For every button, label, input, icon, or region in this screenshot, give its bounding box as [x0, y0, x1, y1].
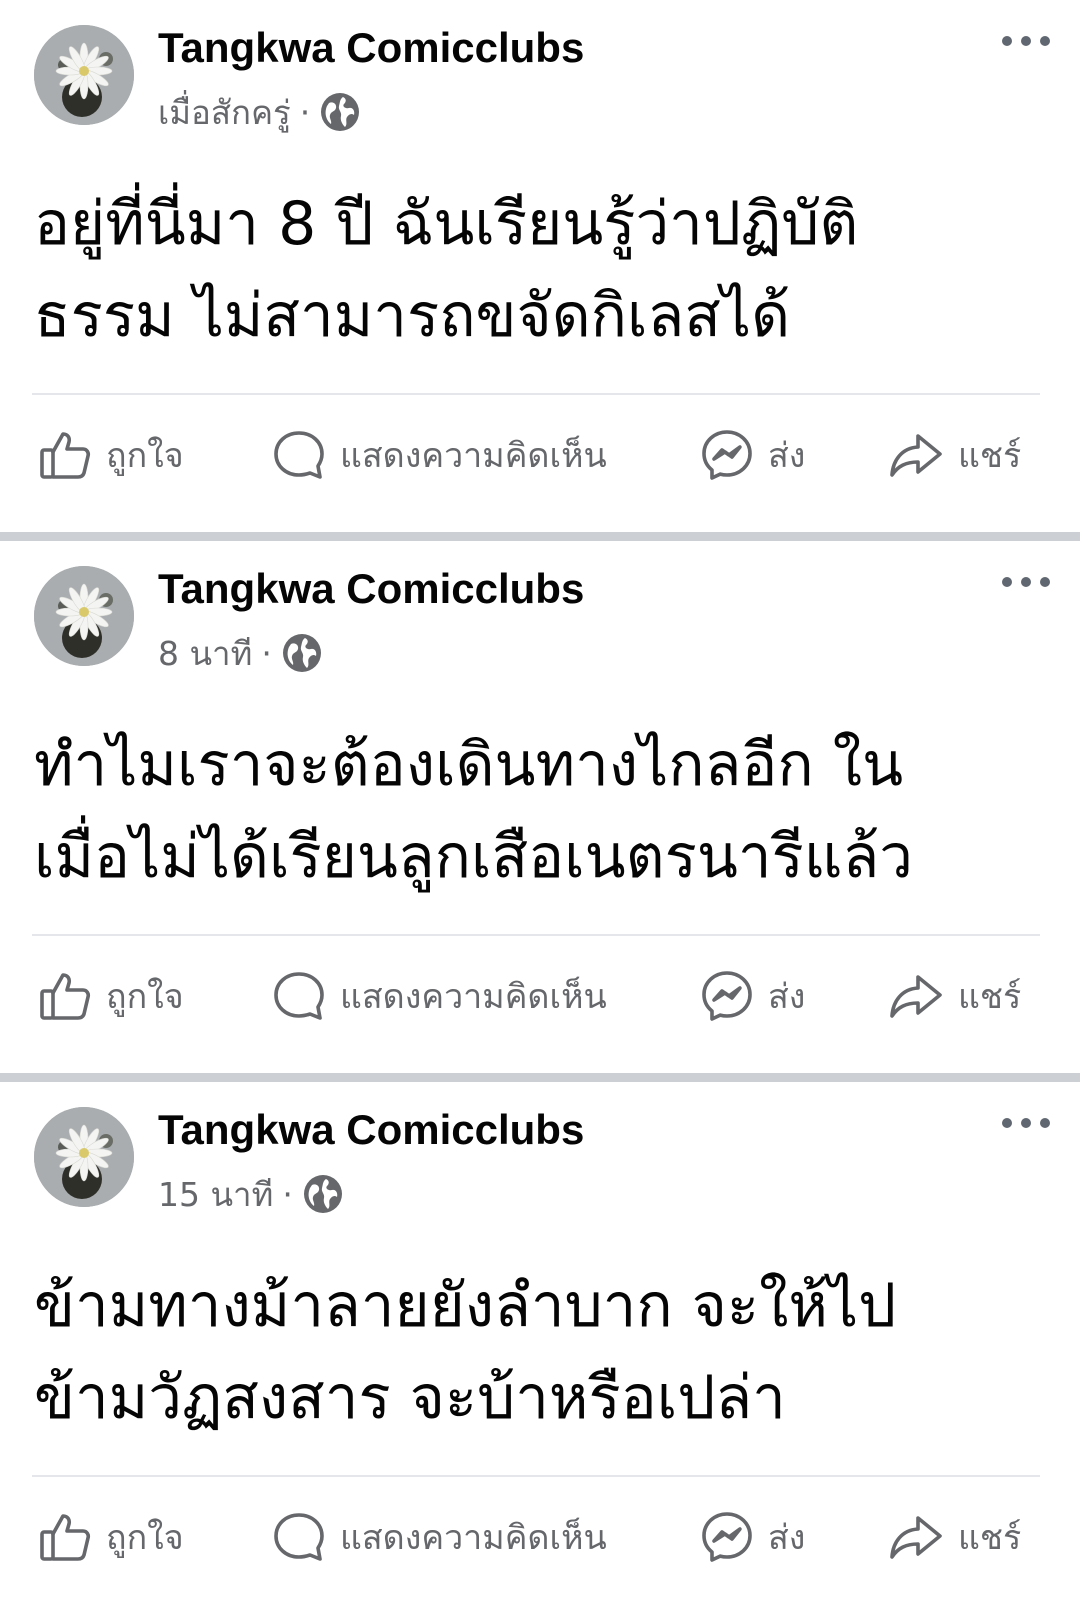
post-meta: เมื่อสักครู่ ·	[158, 90, 361, 134]
share-button[interactable]: แชร์	[888, 420, 1021, 490]
post-meta: 8 นาที ·	[158, 631, 323, 675]
meta-separator: ·	[261, 633, 272, 673]
send-button[interactable]: ส่ง	[700, 961, 805, 1031]
action-bar: ถูกใจ แสดงความคิดเห็น ส่ง แชร์	[0, 961, 1080, 1031]
like-label: ถูกใจ	[106, 436, 184, 476]
divider	[32, 1475, 1040, 1477]
comment-bubble-icon	[274, 1513, 324, 1561]
post: Tangkwa Comicclubs เมื่อสักครู่ · อยู่ที…	[0, 0, 1080, 532]
post-separator	[0, 1073, 1080, 1082]
like-button[interactable]: ถูกใจ	[38, 1502, 184, 1572]
avatar[interactable]	[34, 566, 134, 666]
meta-separator: ·	[282, 1174, 293, 1214]
share-button[interactable]: แชร์	[888, 1502, 1021, 1572]
share-label: แชร์	[958, 436, 1022, 476]
messenger-icon	[702, 430, 752, 480]
comment-button[interactable]: แสดงความคิดเห็น	[272, 420, 607, 490]
globe-icon	[319, 91, 361, 133]
post-text-line: เมื่อไม่ได้เรียนลูกเสือเนตรนารีแล้ว	[34, 822, 913, 892]
like-label: ถูกใจ	[106, 977, 184, 1017]
post-text-line: ธรรม ไม่สามารถขจัดกิเลสได้	[34, 281, 791, 351]
more-options-icon[interactable]	[1002, 28, 1050, 54]
divider	[32, 934, 1040, 936]
post-text-line: อยู่ที่นี่มา 8 ปี ฉันเรียนรู้ว่าปฏิบัติ	[34, 189, 859, 259]
messenger-icon	[702, 1512, 752, 1562]
avatar[interactable]	[34, 25, 134, 125]
send-label: ส่ง	[768, 1518, 806, 1558]
post-meta: 15 นาที ·	[158, 1172, 344, 1216]
comment-bubble-icon	[274, 431, 324, 479]
more-options-icon[interactable]	[1002, 569, 1050, 595]
globe-icon	[302, 1173, 344, 1215]
share-arrow-icon	[890, 1516, 942, 1559]
send-button[interactable]: ส่ง	[700, 1502, 805, 1572]
post: Tangkwa Comicclubs 15 นาที · ข้ามทางม้าล…	[0, 1082, 1080, 1614]
share-arrow-icon	[890, 975, 942, 1018]
post-text-line: ทำไมเราจะต้องเดินทางไกลอีก ใน	[34, 730, 904, 800]
comment-label: แสดงความคิดเห็น	[340, 977, 607, 1017]
avatar[interactable]	[34, 1107, 134, 1207]
post-time[interactable]: 15 นาที	[158, 1168, 273, 1221]
like-label: ถูกใจ	[106, 1518, 184, 1558]
action-bar: ถูกใจ แสดงความคิดเห็น ส่ง แชร์	[0, 1502, 1080, 1572]
like-button[interactable]: ถูกใจ	[38, 420, 184, 490]
post-author[interactable]: Tangkwa Comicclubs	[158, 1106, 584, 1154]
divider	[32, 393, 1040, 395]
more-options-icon[interactable]	[1002, 1110, 1050, 1136]
comment-button[interactable]: แสดงความคิดเห็น	[272, 1502, 607, 1572]
post-time[interactable]: เมื่อสักครู่	[158, 86, 291, 139]
share-label: แชร์	[958, 1518, 1022, 1558]
share-button[interactable]: แชร์	[888, 961, 1021, 1031]
post-text: ทำไมเราจะต้องเดินทางไกลอีก ใน เมื่อไม่ได…	[34, 719, 1054, 903]
thumbs-up-icon	[40, 1514, 91, 1561]
post-author[interactable]: Tangkwa Comicclubs	[158, 24, 584, 72]
post-text: ข้ามทางม้าลายยังลำบาก จะให้ไป ข้ามวัฏสงส…	[34, 1260, 1054, 1444]
send-button[interactable]: ส่ง	[700, 420, 805, 490]
comment-bubble-icon	[274, 972, 324, 1020]
action-bar: ถูกใจ แสดงความคิดเห็น ส่ง แชร์	[0, 420, 1080, 490]
post-text-line: ข้ามวัฏสงสาร จะบ้าหรือเปล่า	[34, 1363, 786, 1433]
share-arrow-icon	[890, 434, 942, 477]
post-text-line: ข้ามทางม้าลายยังลำบาก จะให้ไป	[34, 1271, 897, 1341]
thumbs-up-icon	[40, 432, 91, 479]
post-author[interactable]: Tangkwa Comicclubs	[158, 565, 584, 613]
comment-label: แสดงความคิดเห็น	[340, 436, 607, 476]
like-button[interactable]: ถูกใจ	[38, 961, 184, 1031]
globe-icon	[281, 632, 323, 674]
post-text: อยู่ที่นี่มา 8 ปี ฉันเรียนรู้ว่าปฏิบัติ …	[34, 178, 1054, 362]
post-time[interactable]: 8 นาที	[158, 627, 252, 680]
thumbs-up-icon	[40, 973, 91, 1020]
share-label: แชร์	[958, 977, 1022, 1017]
comment-label: แสดงความคิดเห็น	[340, 1518, 607, 1558]
post: Tangkwa Comicclubs 8 นาที · ทำไมเราจะต้อ…	[0, 541, 1080, 1073]
comment-button[interactable]: แสดงความคิดเห็น	[272, 961, 607, 1031]
messenger-icon	[702, 971, 752, 1021]
send-label: ส่ง	[768, 977, 806, 1017]
send-label: ส่ง	[768, 436, 806, 476]
post-separator	[0, 532, 1080, 541]
meta-separator: ·	[299, 92, 311, 132]
